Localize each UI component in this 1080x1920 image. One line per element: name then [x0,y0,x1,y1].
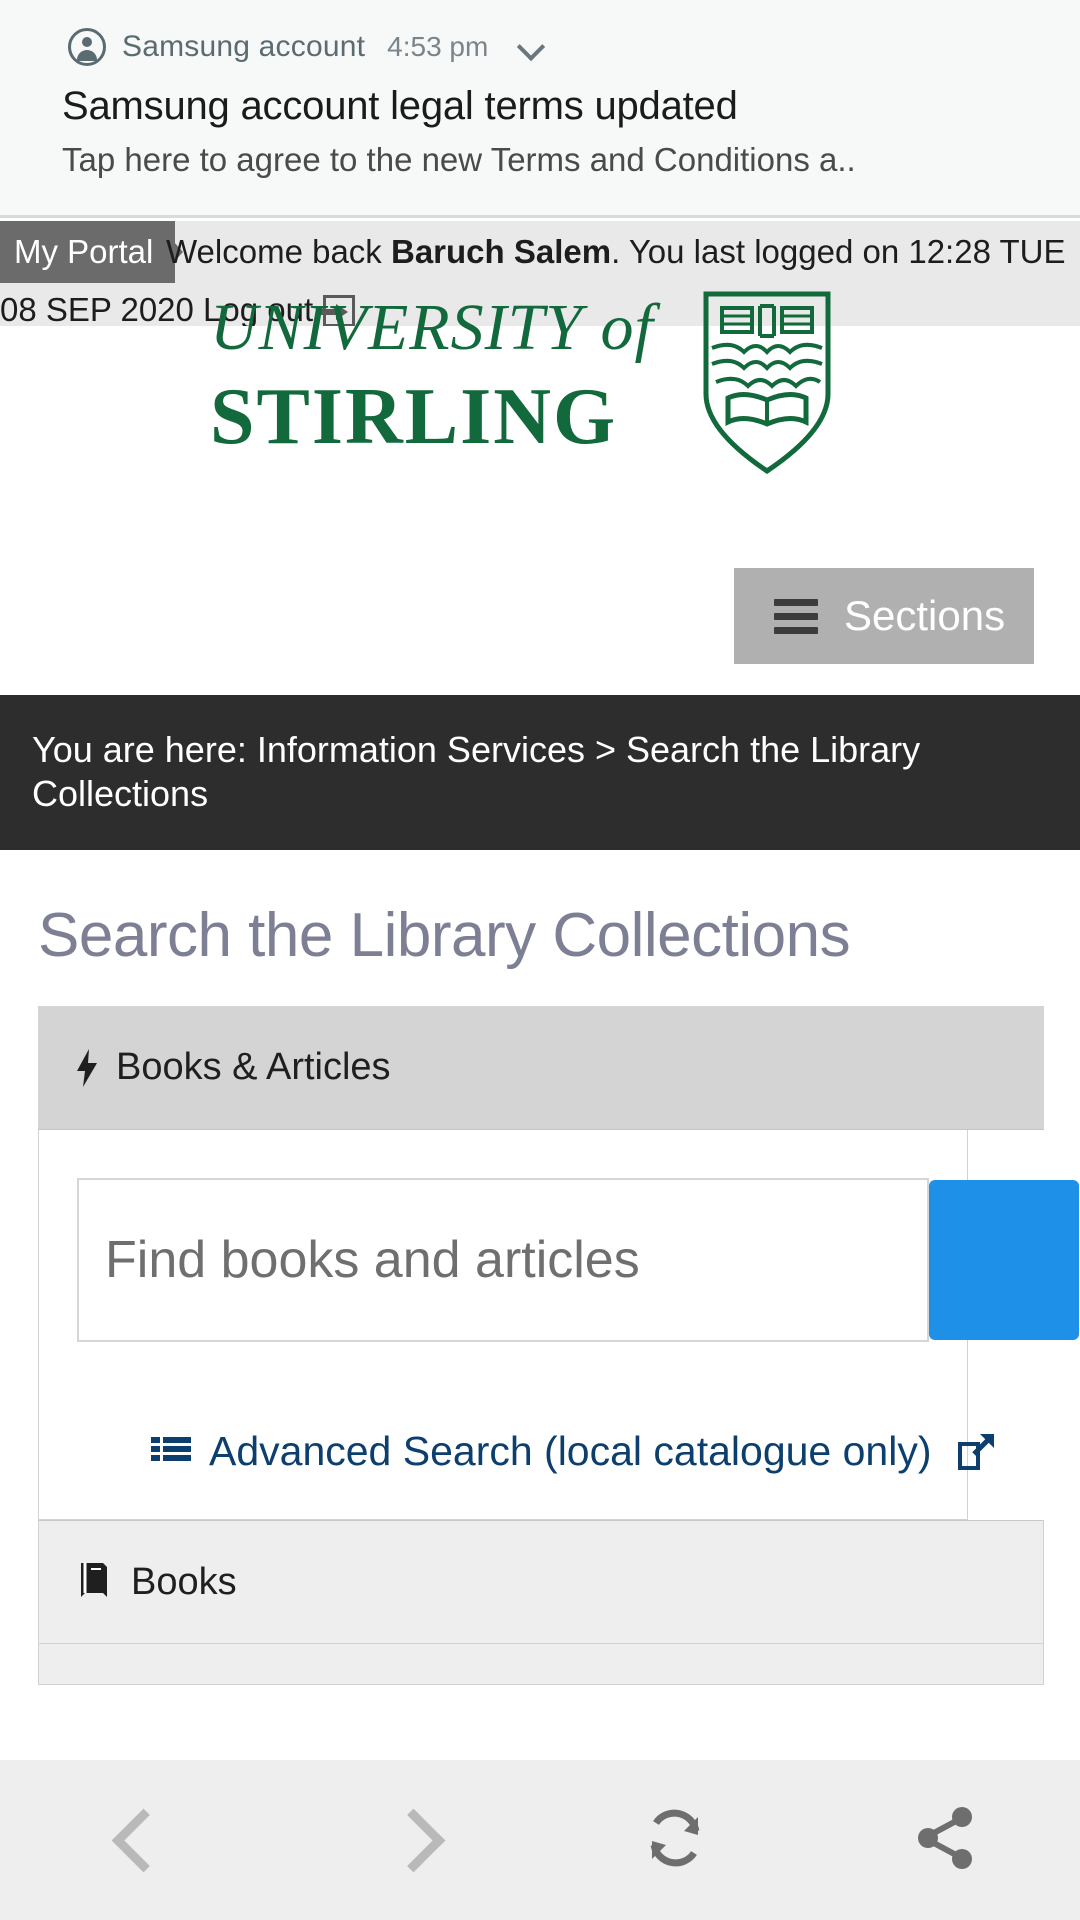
portal-welcome-text: Welcome back Baruch Salem. You last logg… [166,221,1080,283]
panel-body-books-articles: Advanced Search (local catalogue only) [38,1130,1079,1520]
panel-header-books[interactable]: Books [38,1520,1044,1644]
account-avatar-icon [68,28,106,66]
chevron-down-icon[interactable] [518,34,544,60]
panel-header-books-articles[interactable]: Books & Articles [38,1006,1044,1130]
notification-time: 4:53 pm [387,31,489,62]
reload-button[interactable] [540,1760,810,1920]
forward-button[interactable] [270,1760,540,1920]
notification-body: Tap here to agree to the new Terms and C… [62,141,856,178]
breadcrumb-text: You are here: Information Services > Sea… [32,729,921,814]
university-logo-text: UNIVERSITY of STIRLING [210,282,654,460]
panel-next-section-partial [38,1644,1044,1685]
external-link-icon [956,1432,996,1472]
hamburger-menu-icon [774,599,818,634]
search-input[interactable] [77,1178,929,1342]
refresh-icon [640,1803,710,1878]
portal-tag[interactable]: My Portal [0,221,176,283]
notification-header: Samsung account 4:53 pm [0,0,1080,66]
breadcrumb: You are here: Information Services > Sea… [0,695,1080,850]
welcome-suffix: . You last logged on 12:28 TUE [611,233,1066,270]
search-submit-button[interactable] [929,1180,1079,1340]
main-content: Search the Library Collections Books & A… [0,850,1080,1685]
chevron-left-icon [117,1808,153,1872]
list-icon [151,1435,191,1469]
notification-app-name: Samsung account [122,30,366,63]
lightning-bolt-icon [76,1048,98,1087]
chevron-right-icon [387,1808,423,1872]
browser-bottom-bar [0,1760,1080,1920]
share-icon [910,1803,980,1878]
university-line: UNIVERSITY of [210,291,654,364]
panel-header-books-label: Books [131,1560,237,1603]
notification-title: Samsung account legal terms updated [62,84,738,128]
panel-header-label: Books & Articles [116,1046,391,1088]
search-row [77,1178,1079,1342]
sections-button-label: Sections [844,592,1006,639]
university-logo[interactable]: UNIVERSITY of STIRLING [210,282,832,480]
notification-card[interactable]: Samsung account 4:53 pm Samsung account … [0,0,1080,218]
advanced-search-link[interactable]: Advanced Search (local catalogue only) [209,1428,932,1475]
back-button[interactable] [0,1760,270,1920]
book-icon [77,1561,111,1604]
university-crest-icon [702,290,832,480]
phone-screen: Samsung account 4:53 pm Samsung account … [0,0,1080,1920]
page-title: Search the Library Collections [38,901,851,970]
sections-button[interactable]: Sections [734,568,1034,664]
share-button[interactable] [810,1760,1080,1920]
portal-user-name: Baruch Salem [390,233,612,270]
advanced-search-row[interactable]: Advanced Search (local catalogue only) [151,1428,994,1475]
welcome-prefix: Welcome back [166,233,391,270]
stirling-line: STIRLING [210,373,618,461]
search-panel: Books & Articles Find books and articles… [38,1006,1079,1685]
